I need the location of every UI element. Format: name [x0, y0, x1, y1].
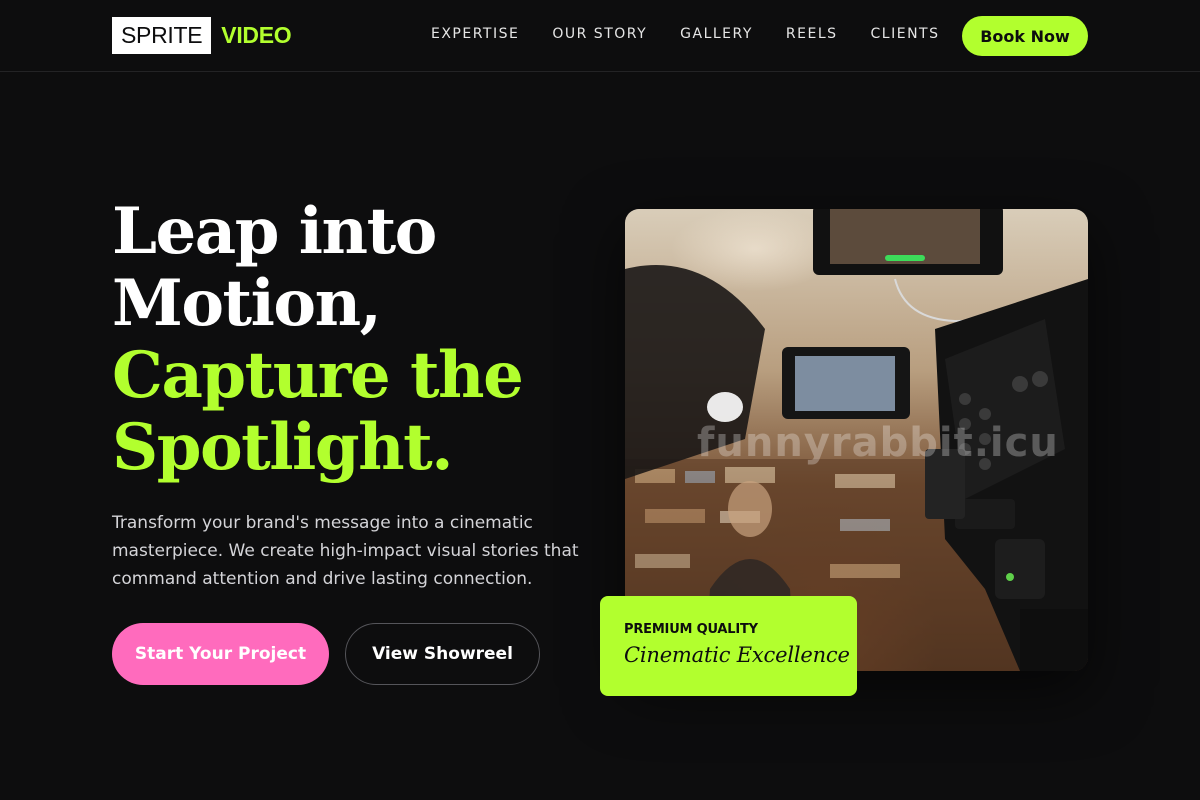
headline-line-2: Motion,: [112, 266, 382, 341]
badge-title: Cinematic Excellence: [624, 643, 850, 667]
nav-item-gallery[interactable]: GALLERY: [680, 26, 753, 42]
hero-headline: Leap into Motion, Capture the Spotlight.: [112, 196, 582, 484]
quality-badge: PREMIUM QUALITY Cinematic Excellence: [600, 596, 857, 696]
hero-subtitle: Transform your brand's message into a ci…: [112, 513, 579, 589]
logo-wordmark-accent: VIDEO: [221, 22, 292, 48]
view-showreel-button[interactable]: View Showreel: [345, 623, 540, 685]
logo-wordmark-boxed: SPRITE: [112, 17, 212, 54]
image-watermark: funnyrabbit.icu: [697, 420, 1059, 466]
headline-line-1: Leap into: [112, 194, 437, 269]
brand-logo[interactable]: SPRITE VIDEO: [112, 17, 292, 54]
headline-line-4: Spotlight.: [112, 410, 453, 485]
main-nav: EXPERTISE OUR STORY GALLERY REELS CLIENT…: [431, 26, 973, 42]
nav-item-clients[interactable]: CLIENTS: [871, 26, 940, 42]
book-now-button[interactable]: Book Now: [962, 16, 1088, 56]
nav-item-our-story[interactable]: OUR STORY: [552, 26, 647, 42]
site-header: SPRITE VIDEO EXPERTISE OUR STORY GALLERY…: [0, 0, 1200, 72]
nav-item-reels[interactable]: REELS: [786, 26, 838, 42]
start-project-button[interactable]: Start Your Project: [112, 623, 329, 685]
badge-label: PREMIUM QUALITY: [624, 622, 758, 637]
nav-item-expertise[interactable]: EXPERTISE: [431, 26, 519, 42]
headline-line-3: Capture the: [112, 338, 524, 413]
